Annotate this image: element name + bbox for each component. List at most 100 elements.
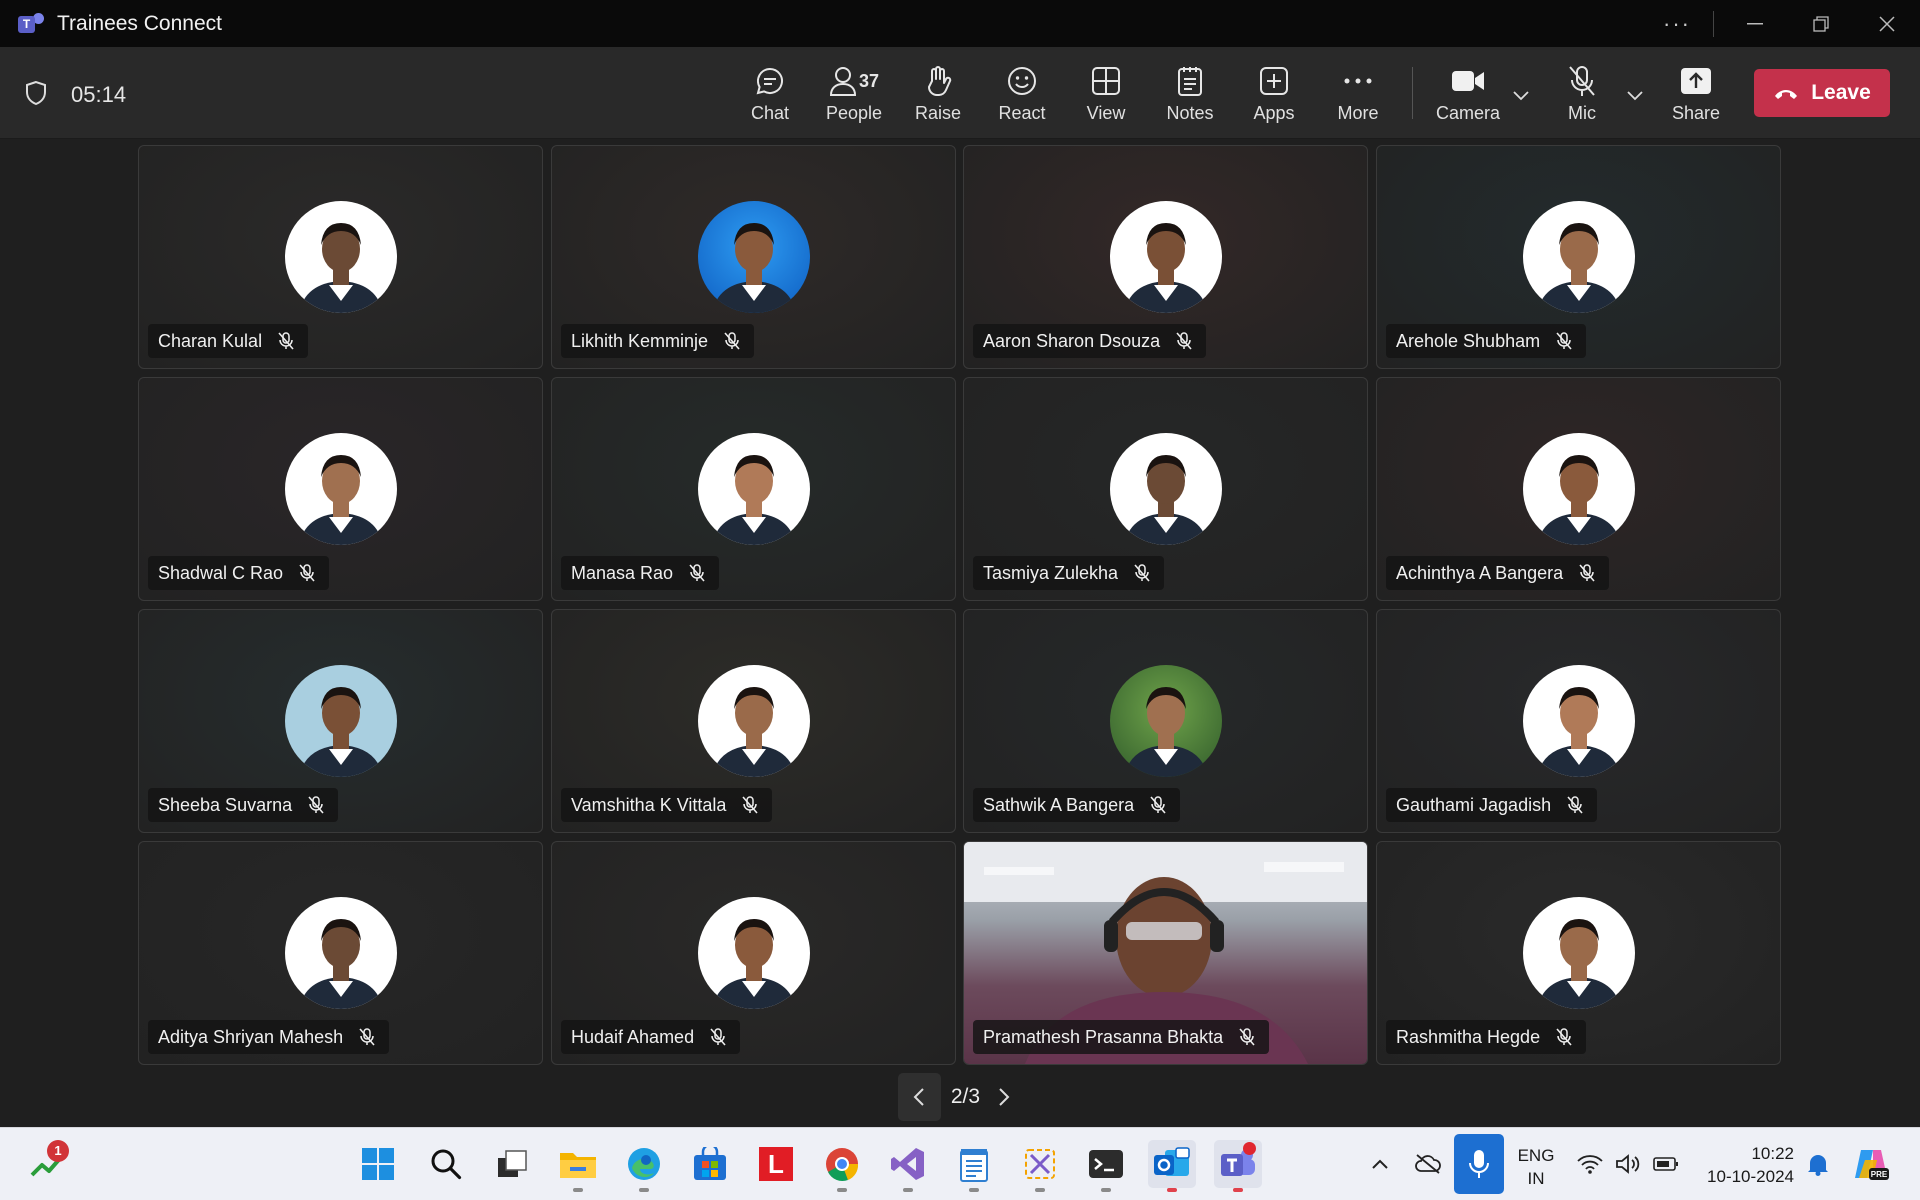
mic-options-chevron-icon[interactable] <box>1624 85 1646 107</box>
camera-button[interactable]: Camera <box>1426 61 1510 124</box>
participant-name-label: Arehole Shubham <box>1386 324 1587 358</box>
camera-options-chevron-icon[interactable] <box>1510 85 1532 107</box>
participant-name-label: Pramathesh Prasanna Bhakta <box>973 1020 1270 1054</box>
search-button[interactable] <box>422 1140 470 1188</box>
battery-status[interactable] <box>1648 1140 1684 1188</box>
restore-button[interactable] <box>1788 0 1854 47</box>
participant-tile[interactable]: Gauthami Jagadish <box>1376 609 1781 833</box>
taskbar-microsoft-store[interactable] <box>686 1140 734 1188</box>
taskbar-chrome[interactable] <box>818 1140 866 1192</box>
participant-tile[interactable]: Vamshitha K Vittala <box>551 609 956 833</box>
avatar-person-icon <box>1537 223 1621 313</box>
participant-avatar <box>1523 433 1635 545</box>
participant-avatar <box>285 665 397 777</box>
chrome-browser-icon <box>826 1148 859 1182</box>
next-page-button[interactable] <box>990 1073 1018 1121</box>
volume-status[interactable] <box>1610 1140 1646 1188</box>
taskbar-outlook[interactable] <box>1148 1140 1196 1192</box>
mic-muted-icon <box>297 563 317 583</box>
participant-name-label: Aditya Shriyan Mahesh <box>148 1020 390 1054</box>
taskbar-terminal[interactable] <box>1082 1140 1130 1192</box>
mic-muted-icon <box>1174 331 1194 351</box>
mic-muted-icon <box>1565 795 1585 815</box>
taskbar-visual-studio[interactable] <box>884 1140 932 1192</box>
participant-name: Shadwal C Rao <box>158 562 284 583</box>
taskbar-file-explorer[interactable] <box>554 1140 602 1192</box>
show-hidden-icons-button[interactable] <box>1360 1140 1400 1188</box>
wifi-status[interactable] <box>1572 1140 1608 1188</box>
previous-page-button[interactable] <box>898 1073 941 1121</box>
windows-start-icon <box>362 1148 394 1180</box>
chevron-up-icon <box>1372 1159 1388 1169</box>
more-actions-button[interactable]: More <box>1316 61 1400 124</box>
avatar-person-icon <box>1124 455 1208 545</box>
notepad-icon <box>960 1149 988 1182</box>
onedrive-status[interactable] <box>1408 1140 1448 1188</box>
raise-hand-button[interactable]: Raise <box>896 61 980 124</box>
clock[interactable]: 10:22 10-10-2024 <box>1692 1142 1794 1188</box>
divider <box>1713 10 1714 37</box>
participant-name-label: Gauthami Jagadish <box>1386 788 1598 822</box>
notes-button[interactable]: Notes <box>1148 61 1232 124</box>
task-view-button[interactable] <box>488 1140 536 1188</box>
more-options-button[interactable]: ··· <box>1649 0 1705 47</box>
taskbar-notepad[interactable] <box>950 1140 998 1192</box>
taskbar-edge[interactable] <box>620 1140 668 1192</box>
language-indicator[interactable]: ENG IN <box>1512 1144 1560 1190</box>
participant-tile[interactable]: Rashmitha Hegde <box>1376 841 1781 1065</box>
avatar-person-icon <box>1124 687 1208 777</box>
leave-button[interactable]: Leave <box>1754 69 1890 117</box>
people-button[interactable]: 37 People <box>812 61 896 124</box>
speaker-icon <box>1616 1154 1640 1174</box>
participant-tile[interactable]: Achinthya A Bangera <box>1376 377 1781 601</box>
mic-muted-icon <box>1554 331 1574 351</box>
react-button[interactable]: React <box>980 61 1064 124</box>
participant-tile[interactable]: Likhith Kemminje <box>551 145 956 369</box>
participant-tile[interactable]: Hudaif Ahamed <box>551 841 956 1065</box>
mic-button[interactable]: Mic <box>1540 61 1624 124</box>
start-button[interactable] <box>354 1140 402 1188</box>
apps-button[interactable]: Apps <box>1232 61 1316 124</box>
participant-avatar <box>1523 201 1635 313</box>
participant-avatar <box>698 201 810 313</box>
participant-name-label: Charan Kulal <box>148 324 309 358</box>
notifications-button[interactable] <box>1798 1140 1838 1188</box>
participant-tile[interactable]: Tasmiya Zulekha <box>963 377 1368 601</box>
participant-tile[interactable]: Manasa Rao <box>551 377 956 601</box>
search-icon <box>431 1149 462 1180</box>
toolbar-divider <box>1412 67 1413 119</box>
mic-muted-icon <box>1237 1027 1257 1047</box>
notification-badge: 1 <box>47 1140 69 1162</box>
participant-tile[interactable]: Aaron Sharon Dsouza <box>963 145 1368 369</box>
people-icon <box>829 67 856 96</box>
taskbar-teams[interactable] <box>1214 1140 1262 1192</box>
participant-name: Charan Kulal <box>158 330 263 351</box>
participant-name: Sheeba Suvarna <box>158 794 293 815</box>
share-button[interactable]: Share <box>1654 61 1738 124</box>
participant-name: Arehole Shubham <box>1396 330 1541 351</box>
chat-button[interactable]: Chat <box>728 61 812 124</box>
participant-tile[interactable]: Pramathesh Prasanna Bhakta <box>963 841 1368 1065</box>
participant-avatar <box>1523 665 1635 777</box>
emoji-icon <box>1008 67 1036 95</box>
taskbar-snipping-tool[interactable] <box>1016 1140 1064 1192</box>
avatar-person-icon <box>712 919 796 1009</box>
terminal-icon <box>1089 1150 1123 1178</box>
notes-icon <box>1178 67 1202 96</box>
participant-tile[interactable]: Charan Kulal <box>138 145 543 369</box>
minimize-button[interactable] <box>1722 0 1788 47</box>
mic-muted-icon <box>357 1027 377 1047</box>
voice-access-button[interactable] <box>1454 1134 1504 1194</box>
participant-tile[interactable]: Shadwal C Rao <box>138 377 543 601</box>
participant-tile[interactable]: Sathwik A Bangera <box>963 609 1368 833</box>
avatar-person-icon <box>1124 223 1208 313</box>
close-button[interactable] <box>1854 0 1920 47</box>
participant-tile[interactable]: Arehole Shubham <box>1376 145 1781 369</box>
copilot-button[interactable]: PRE <box>1846 1140 1894 1188</box>
participant-tile[interactable]: Sheeba Suvarna <box>138 609 543 833</box>
taskbar-app-l[interactable]: L <box>752 1140 800 1188</box>
view-button[interactable]: View <box>1064 61 1148 124</box>
participant-name: Likhith Kemminje <box>571 330 709 351</box>
participant-tile[interactable]: Aditya Shriyan Mahesh <box>138 841 543 1065</box>
mic-muted-icon <box>1132 563 1152 583</box>
